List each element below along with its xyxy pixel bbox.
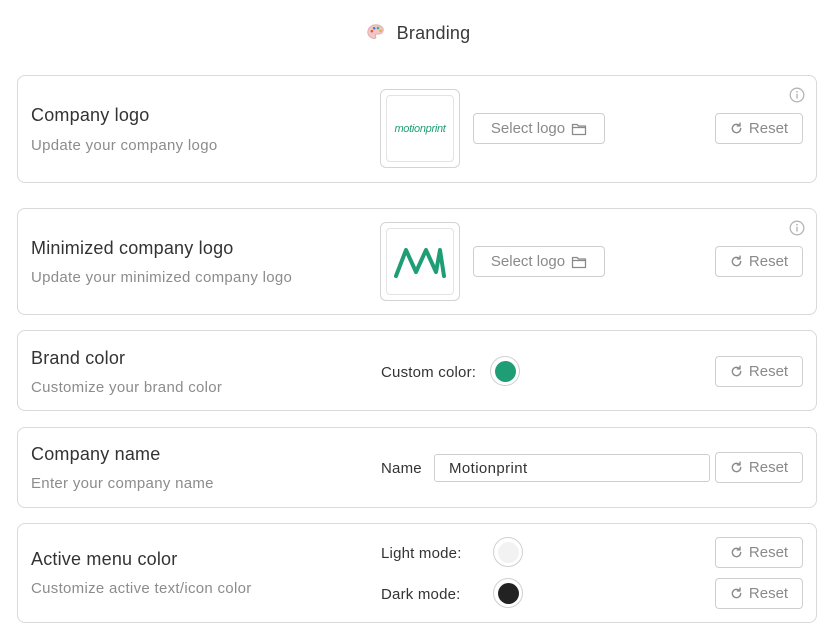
refresh-icon [731, 365, 742, 377]
active-menu-color-subtitle: Customize active text/icon color [31, 580, 252, 597]
company-logo-title: Company logo [31, 105, 150, 125]
minimized-logo-card: Minimized company logo Update your minim… [17, 208, 817, 315]
reset-dark-mode-button[interactable]: Reset [715, 578, 803, 609]
company-logo-wordmark: motionprint [394, 122, 446, 135]
reset-light-mode-button[interactable]: Reset [715, 537, 803, 568]
company-name-title: Company name [31, 444, 161, 464]
info-icon[interactable] [789, 220, 805, 236]
motionprint-mark-icon [394, 247, 446, 278]
select-company-logo-button[interactable]: Select logo [473, 113, 605, 144]
minimized-logo-title: Minimized company logo [31, 238, 234, 258]
active-menu-color-card: Active menu color Customize active text/… [17, 523, 817, 623]
light-mode-color-swatch[interactable] [493, 537, 523, 567]
light-mode-label: Light mode: [381, 545, 462, 562]
dark-mode-color-swatch[interactable] [493, 578, 523, 608]
company-name-subtitle: Enter your company name [31, 475, 214, 492]
minimized-logo-preview [380, 222, 460, 301]
brand-color-title: Brand color [31, 348, 126, 368]
dark-mode-label: Dark mode: [381, 586, 461, 603]
page-title: Branding [396, 22, 471, 43]
company-logo-card: Company logo Update your company logo mo… [17, 75, 817, 183]
reset-company-name-button[interactable]: Reset [715, 452, 803, 483]
refresh-icon [731, 546, 742, 558]
brand-color-swatch[interactable] [490, 356, 520, 386]
refresh-icon [731, 122, 742, 134]
folder-icon [571, 123, 587, 135]
company-logo-subtitle: Update your company logo [31, 137, 218, 154]
refresh-icon [731, 587, 742, 599]
active-menu-color-title: Active menu color [31, 549, 178, 569]
palette-icon [367, 24, 384, 39]
dark-mode-color-dot [497, 582, 519, 604]
page-header: Branding [0, 18, 835, 48]
minimized-logo-subtitle: Update your minimized company logo [31, 269, 293, 286]
reset-minimized-logo-button[interactable]: Reset [715, 246, 803, 277]
reset-company-logo-button[interactable]: Reset [715, 113, 803, 144]
brand-color-card: Brand color Customize your brand color C… [17, 330, 817, 411]
refresh-icon [731, 461, 742, 473]
brand-color-dot [494, 360, 516, 382]
reset-brand-color-button[interactable]: Reset [715, 356, 803, 387]
company-name-input[interactable] [434, 454, 710, 482]
select-minimized-logo-button[interactable]: Select logo [473, 246, 605, 277]
name-label: Name [381, 460, 422, 477]
folder-icon [571, 256, 587, 268]
company-logo-preview: motionprint [380, 89, 460, 168]
company-name-card: Company name Enter your company name Nam… [17, 427, 817, 508]
brand-color-subtitle: Customize your brand color [31, 379, 223, 396]
custom-color-label: Custom color: [381, 364, 477, 381]
light-mode-color-dot [497, 541, 519, 563]
refresh-icon [731, 255, 742, 267]
info-icon[interactable] [789, 87, 805, 103]
